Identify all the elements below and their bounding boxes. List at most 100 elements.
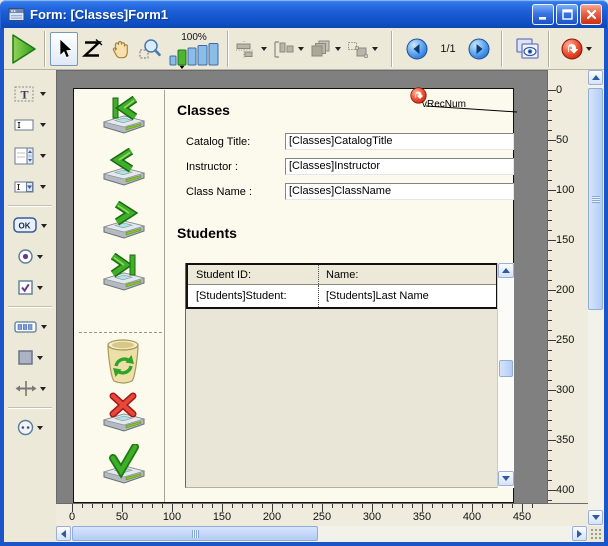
- scroll-up-button[interactable]: [588, 70, 603, 85]
- arrow-up-icon: [502, 268, 510, 273]
- ruler-label: 150: [556, 234, 574, 246]
- trash-refresh-icon: [101, 336, 147, 386]
- zoom-level-control[interactable]: 100%: [169, 29, 219, 69]
- ruler-label: 0: [556, 84, 562, 96]
- close-button[interactable]: [580, 4, 602, 25]
- scroll-down-button[interactable]: [588, 510, 603, 525]
- svg-text:OK: OK: [19, 222, 31, 231]
- dropdown-arrow-icon: [372, 47, 378, 51]
- scroll-left-button[interactable]: [56, 526, 71, 541]
- subform-scrollbar[interactable]: [497, 263, 514, 488]
- svg-text:T: T: [21, 87, 29, 101]
- ruler-label: 0: [57, 511, 87, 523]
- previous-page-button[interactable]: [403, 32, 431, 66]
- field-input[interactable]: [Classes]ClassName: [285, 183, 514, 200]
- preview-icon: [514, 37, 541, 62]
- field-label[interactable]: Instructor :: [186, 161, 238, 173]
- scrollbar-thumb[interactable]: [588, 88, 603, 310]
- table-cell[interactable]: [Students]Last Name: [318, 285, 496, 307]
- scrollbar-thumb[interactable]: [72, 526, 318, 541]
- listbox-icon: [14, 147, 37, 165]
- ruler-label: 250: [556, 334, 574, 346]
- field-input[interactable]: [Classes]CatalogTitle: [285, 133, 514, 150]
- arrow-down-icon: [592, 515, 600, 520]
- rectangle-icon: [17, 349, 34, 366]
- title-bar[interactable]: Form: [Classes]Form1: [0, 0, 608, 28]
- subform-area[interactable]: Student ID: Name: [Students]Student: [St…: [185, 263, 514, 488]
- delete-cross-icon: [101, 392, 147, 436]
- nav-first-record-button[interactable]: [100, 95, 148, 141]
- resize-grip[interactable]: [590, 528, 603, 541]
- stop-method-icon: [561, 38, 583, 60]
- distribute-menu-button[interactable]: [270, 32, 307, 66]
- execute-form-button[interactable]: [8, 32, 40, 66]
- scroll-right-button[interactable]: [572, 526, 587, 541]
- method-menu-button[interactable]: [558, 32, 595, 66]
- magnifier-icon: [138, 37, 162, 61]
- nav-previous-record-button[interactable]: [100, 147, 148, 193]
- subform-data-row[interactable]: [Students]Student: [Students]Last Name: [188, 285, 496, 307]
- dropdown-arrow-icon: [40, 154, 46, 158]
- window-border-right: [604, 28, 608, 546]
- toolbar-separator: [391, 31, 393, 67]
- nav-next-record-button[interactable]: [100, 200, 148, 246]
- toolbar-separator: [548, 31, 550, 67]
- subform-section-title[interactable]: Students: [177, 225, 237, 241]
- align-menu-button[interactable]: [233, 32, 270, 66]
- text-label-tool[interactable]: T: [4, 80, 56, 107]
- horizontal-scrollbar[interactable]: [56, 526, 588, 542]
- arrow-down-icon: [502, 476, 510, 481]
- dropdown-arrow-icon: [335, 47, 341, 51]
- size-menu-button[interactable]: [344, 32, 381, 66]
- layer-menu-button[interactable]: [307, 32, 344, 66]
- ruler-label: 50: [556, 134, 568, 146]
- next-record-icon: [101, 201, 147, 243]
- rectangle-tool[interactable]: [4, 344, 56, 371]
- entry-order-tool-button[interactable]: [78, 32, 106, 66]
- form-page[interactable]: Classes vRecNum Catalog Title: [Classes]…: [73, 88, 514, 503]
- vertical-scrollbar[interactable]: [588, 70, 604, 526]
- table-cell[interactable]: [Students]Student:: [188, 290, 318, 302]
- column-header[interactable]: Student ID:: [188, 269, 318, 281]
- button-tool[interactable]: OK: [4, 212, 56, 239]
- next-page-button[interactable]: [465, 32, 493, 66]
- field-input[interactable]: [Classes]Instructor: [285, 158, 514, 175]
- push-button-icon: OK: [13, 217, 38, 234]
- checkbox-tool[interactable]: [4, 274, 56, 301]
- zoom-tool-button[interactable]: [135, 32, 165, 66]
- dropdown-arrow-icon: [41, 224, 47, 228]
- accept-check-icon: [101, 444, 147, 488]
- column-header[interactable]: Name:: [318, 265, 496, 284]
- scrollbar-thumb[interactable]: [499, 360, 513, 377]
- field-label[interactable]: Catalog Title:: [186, 136, 250, 148]
- column-divider-line[interactable]: [164, 90, 165, 502]
- field-label[interactable]: Class Name :: [186, 186, 252, 198]
- accept-record-button[interactable]: [100, 444, 148, 490]
- design-canvas[interactable]: Classes vRecNum Catalog Title: [Classes]…: [56, 70, 547, 503]
- combobox-tool[interactable]: [4, 173, 56, 200]
- nav-last-record-button[interactable]: [100, 252, 148, 298]
- preview-button[interactable]: [511, 32, 544, 66]
- progress-indicator-tool[interactable]: [4, 313, 56, 340]
- button-grid-tool[interactable]: [4, 414, 56, 441]
- splitter-tool[interactable]: [4, 375, 56, 402]
- window-border-bottom: [0, 542, 608, 546]
- scroll-down-button[interactable]: [498, 471, 514, 486]
- radio-button-tool[interactable]: [4, 243, 56, 270]
- scroll-up-button[interactable]: [498, 263, 514, 278]
- splitter-icon: [15, 380, 37, 397]
- main-toolbar: 100%: [4, 28, 604, 70]
- maximize-button[interactable]: [556, 4, 578, 25]
- arrow-up-icon: [592, 75, 600, 80]
- select-tool-button[interactable]: [50, 32, 78, 66]
- text-input-tool[interactable]: [4, 111, 56, 138]
- delete-record-button[interactable]: [100, 392, 148, 438]
- subform-table[interactable]: Student ID: Name: [Students]Student: [St…: [186, 263, 498, 309]
- minimize-button[interactable]: [532, 4, 554, 25]
- zoom-bars-icon: [169, 43, 219, 69]
- cancel-record-button[interactable]: [100, 336, 148, 388]
- palette-separator: [8, 407, 52, 409]
- listbox-tool[interactable]: [4, 142, 56, 169]
- pan-tool-button[interactable]: [106, 32, 135, 66]
- form-section-title[interactable]: Classes: [177, 102, 230, 118]
